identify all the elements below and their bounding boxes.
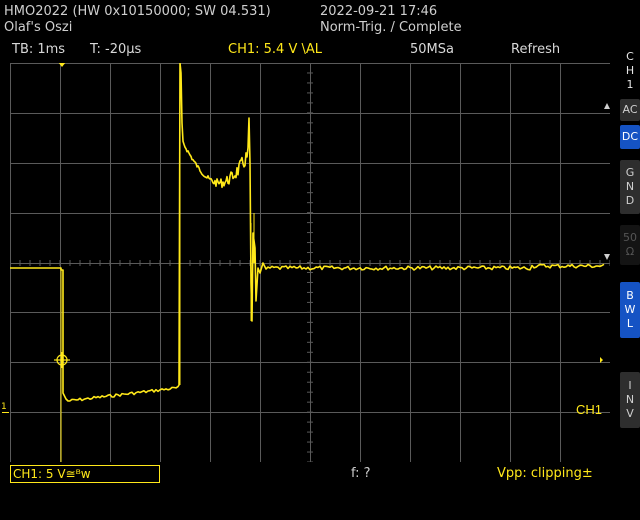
ch1-letter-h: H — [625, 64, 635, 77]
50-ohm-button[interactable]: 50 Ω — [620, 225, 640, 265]
waveform-canvas: CH1 — [9, 62, 611, 463]
sample-rate-readout: 50MSa — [410, 42, 454, 57]
gnd-letter-g: G — [625, 166, 635, 179]
dc-coupling-button[interactable]: DC — [620, 125, 640, 149]
bwl-letter-w: W — [624, 303, 636, 316]
channel-ch1-selector[interactable]: C H 1 — [620, 46, 640, 96]
timebase-readout[interactable]: TB: 1ms — [12, 43, 65, 56]
inv-letter-n: N — [625, 393, 635, 406]
bwl-letter-b: B — [626, 289, 634, 302]
trigger-cursor[interactable] — [54, 352, 70, 368]
ch1-trace-label: CH1 — [576, 402, 602, 417]
trigger-time-readout[interactable]: T: -20µs — [90, 43, 141, 56]
ground-level-line — [2, 412, 9, 413]
ch1-setting-box[interactable]: CH1: 5 V≅ᴮw — [10, 465, 160, 483]
ohm-icon: Ω — [625, 245, 635, 258]
gnd-letter-n: N — [625, 180, 635, 193]
device-name: Olaf's Oszi — [4, 20, 73, 35]
graticule-grid — [9, 62, 611, 463]
frequency-readout: f: ? — [351, 466, 371, 481]
inv-letter-v: V — [626, 407, 634, 420]
gnd-letter-d: D — [625, 194, 635, 207]
gnd-button[interactable]: G N D — [620, 160, 640, 214]
ac-label: AC — [622, 103, 638, 116]
channel-trigger-readout[interactable]: CH1: 5.4 V \AL — [228, 43, 322, 56]
bwl-letter-l: L — [626, 317, 634, 330]
ch1-letter-c: C — [626, 50, 634, 63]
acquisition-mode[interactable]: Refresh — [511, 43, 560, 56]
dc-label: DC — [621, 130, 639, 143]
ch1-ground-marker[interactable]: 1 — [1, 403, 7, 412]
datetime: 2022-09-21 17:46 — [320, 4, 438, 19]
scroll-up-arrow-icon[interactable] — [604, 103, 610, 109]
channel-sidebar: C H 1 AC DC G N D 50 Ω B W L I N V — [618, 42, 640, 462]
invert-button[interactable]: I N V — [620, 372, 640, 428]
ohm-value: 50 — [623, 231, 637, 244]
scroll-down-arrow-icon[interactable] — [604, 254, 610, 260]
ch1-number: 1 — [626, 78, 634, 91]
bwl-button[interactable]: B W L — [620, 282, 640, 338]
trigger-status: Norm-Trig. / Complete — [320, 20, 462, 35]
inv-letter-i: I — [628, 379, 632, 392]
waveform-display[interactable]: CH1 — [9, 62, 611, 463]
ac-coupling-button[interactable]: AC — [620, 99, 640, 121]
device-info: HMO2022 (HW 0x10150000; SW 04.531) — [4, 4, 271, 19]
vpp-readout: Vpp: clipping± — [497, 466, 593, 481]
status-bar: CH1: 5 V≅ᴮw f: ? Vpp: clipping± — [10, 465, 610, 485]
